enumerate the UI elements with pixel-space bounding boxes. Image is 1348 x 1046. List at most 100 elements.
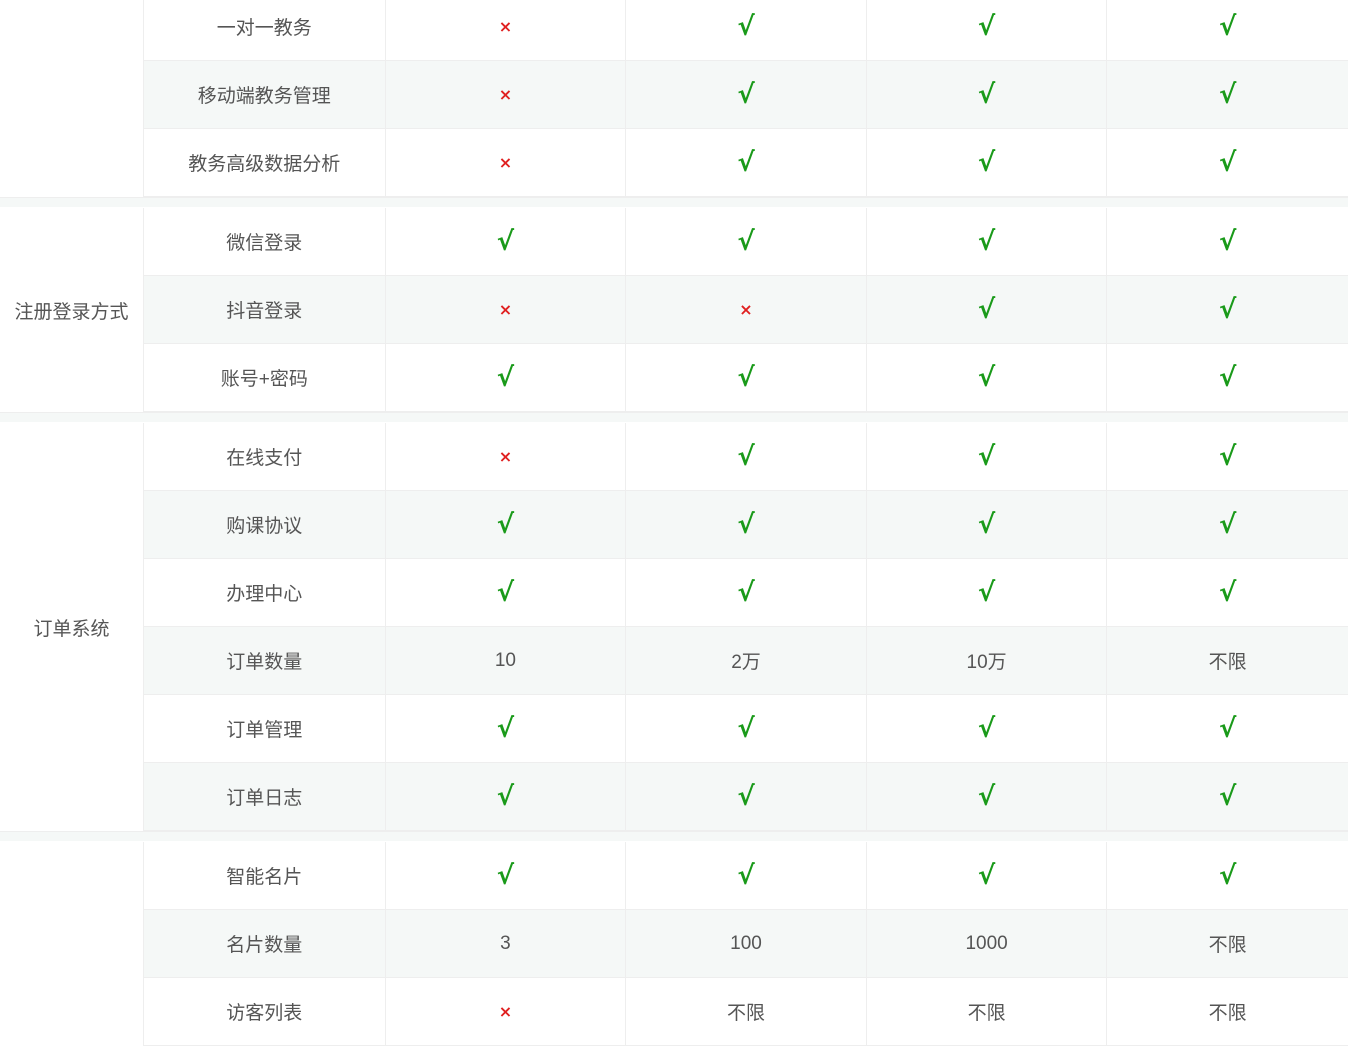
value-cell: 3 bbox=[386, 910, 627, 977]
value-cell: 2万 bbox=[626, 627, 867, 694]
value-text: 3 bbox=[500, 932, 511, 954]
check-icon: √ bbox=[1219, 781, 1237, 812]
check-icon: √ bbox=[977, 147, 996, 178]
check-icon: √ bbox=[737, 226, 755, 257]
value-cell-supported: √ bbox=[626, 344, 867, 411]
value-text: 不限 bbox=[1208, 652, 1247, 673]
check-icon: √ bbox=[977, 79, 996, 110]
cross-icon: × bbox=[498, 153, 513, 172]
check-icon: √ bbox=[496, 781, 515, 812]
check-icon: √ bbox=[496, 860, 515, 891]
value-cell: 10万 bbox=[867, 627, 1108, 694]
value-text: 10 bbox=[494, 649, 516, 671]
value-cell-supported: √ bbox=[626, 129, 867, 196]
check-icon: √ bbox=[1219, 79, 1237, 110]
value-cell-supported: √ bbox=[1107, 559, 1348, 626]
check-icon: √ bbox=[977, 781, 996, 812]
check-icon: √ bbox=[737, 860, 755, 891]
cross-icon: × bbox=[498, 447, 513, 466]
value-cell-supported: √ bbox=[386, 763, 627, 830]
value-cell-supported: √ bbox=[386, 695, 627, 762]
cross-icon: × bbox=[498, 300, 513, 319]
feature-name: 订单管理 bbox=[144, 695, 386, 762]
group-separator bbox=[0, 197, 1348, 207]
check-icon: √ bbox=[977, 11, 996, 42]
value-cell-supported: √ bbox=[386, 559, 627, 626]
feature-name: 在线支付 bbox=[144, 423, 386, 490]
value-cell-supported: √ bbox=[867, 208, 1108, 275]
value-cell-supported: √ bbox=[1107, 491, 1348, 558]
value-cell-unsupported: × bbox=[386, 423, 627, 490]
value-cell-supported: √ bbox=[626, 763, 867, 830]
cross-icon: × bbox=[498, 1002, 513, 1021]
value-cell-supported: √ bbox=[1107, 0, 1348, 60]
check-icon: √ bbox=[1219, 713, 1237, 744]
check-icon: √ bbox=[737, 509, 755, 540]
group-separator bbox=[0, 831, 1348, 841]
check-icon: √ bbox=[737, 147, 755, 178]
cross-icon: × bbox=[498, 17, 513, 36]
feature-name: 名片数量 bbox=[144, 910, 386, 977]
value-cell: 100 bbox=[626, 910, 867, 977]
value-cell-supported: √ bbox=[867, 695, 1108, 762]
feature-name: 移动端教务管理 bbox=[144, 61, 386, 128]
check-icon: √ bbox=[977, 226, 996, 257]
value-cell-supported: √ bbox=[867, 61, 1108, 128]
value-cell: 不限 bbox=[1107, 910, 1348, 977]
check-icon: √ bbox=[737, 79, 755, 110]
check-icon: √ bbox=[496, 713, 515, 744]
value-cell-supported: √ bbox=[626, 842, 867, 909]
table-row: 访客列表 × 不限 不限 不限 bbox=[144, 978, 1348, 1046]
value-cell-unsupported: × bbox=[386, 61, 627, 128]
value-text: 不限 bbox=[726, 1003, 765, 1024]
value-cell: 不限 bbox=[1107, 978, 1348, 1045]
value-cell-unsupported: × bbox=[386, 276, 627, 343]
value-cell: 不限 bbox=[626, 978, 867, 1045]
value-cell-supported: √ bbox=[1107, 423, 1348, 490]
value-cell-supported: √ bbox=[386, 208, 627, 275]
check-icon: √ bbox=[977, 509, 996, 540]
check-icon: √ bbox=[1219, 226, 1237, 257]
value-cell: 不限 bbox=[1107, 627, 1348, 694]
table-row: 微信登录 √ √ √ √ bbox=[144, 208, 1348, 276]
feature-name: 抖音登录 bbox=[144, 276, 386, 343]
group-label: 订单系统 bbox=[0, 423, 144, 831]
check-icon: √ bbox=[977, 362, 996, 393]
value-cell-supported: √ bbox=[626, 559, 867, 626]
check-icon: √ bbox=[1219, 362, 1237, 393]
feature-name: 订单日志 bbox=[144, 763, 386, 830]
group-label: 注册登录方式 bbox=[0, 208, 144, 412]
feature-group: 注册登录方式 微信登录 √ √ √ √ 抖音登录 × × √ √ 账号+密码 √ √ √ √ bbox=[0, 208, 1348, 412]
check-icon: √ bbox=[737, 781, 755, 812]
value-cell-supported: √ bbox=[386, 491, 627, 558]
feature-name: 智能名片 bbox=[144, 842, 386, 909]
feature-name: 一对一教务 bbox=[144, 0, 386, 60]
value-cell-supported: √ bbox=[1107, 842, 1348, 909]
value-cell-supported: √ bbox=[867, 763, 1108, 830]
check-icon: √ bbox=[977, 713, 996, 744]
value-cell-supported: √ bbox=[1107, 763, 1348, 830]
value-cell-supported: √ bbox=[386, 344, 627, 411]
check-icon: √ bbox=[1219, 860, 1237, 891]
value-text: 不限 bbox=[1208, 935, 1247, 956]
feature-name: 账号+密码 bbox=[144, 344, 386, 411]
value-cell-unsupported: × bbox=[386, 129, 627, 196]
feature-name: 订单数量 bbox=[144, 627, 386, 694]
value-text: 10万 bbox=[966, 652, 1007, 673]
value-cell-supported: √ bbox=[386, 842, 627, 909]
value-cell-supported: √ bbox=[626, 61, 867, 128]
check-icon: √ bbox=[1219, 441, 1237, 472]
table-row: 购课协议 √ √ √ √ bbox=[144, 491, 1348, 559]
check-icon: √ bbox=[977, 294, 996, 325]
feature-group: 一对一教务 × √ √ √ 移动端教务管理 × √ √ √ 教务高级数据分析 × √ √ √ bbox=[0, 0, 1348, 197]
value-cell-unsupported: × bbox=[626, 276, 867, 343]
group-separator bbox=[0, 412, 1348, 422]
value-cell-supported: √ bbox=[626, 423, 867, 490]
value-cell-unsupported: × bbox=[386, 978, 627, 1045]
check-icon: √ bbox=[1219, 577, 1237, 608]
value-text: 1000 bbox=[965, 932, 1008, 954]
group-label bbox=[0, 0, 144, 197]
value-text: 不限 bbox=[1208, 1003, 1247, 1024]
feature-group: 智能名片 √ √ √ √ 名片数量 3 100 1000 不限 访客列表 × 不限 不限 不限 bbox=[0, 842, 1348, 1046]
value-cell-supported: √ bbox=[626, 695, 867, 762]
